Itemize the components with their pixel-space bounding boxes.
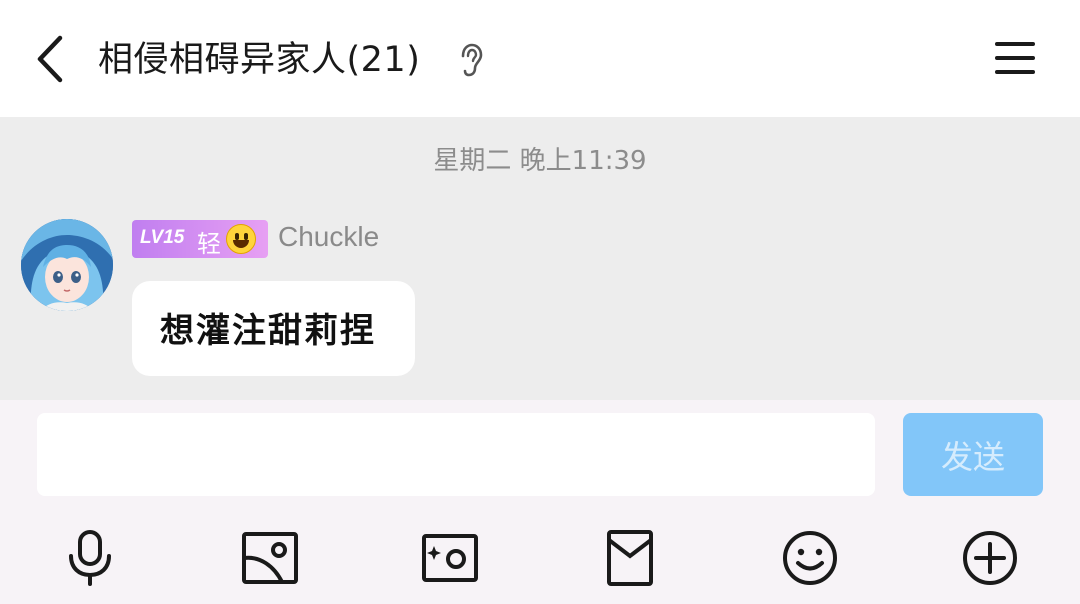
message-bubble[interactable]: 想灌注甜莉捏 xyxy=(132,281,415,376)
sender-name[interactable]: Chuckle xyxy=(278,221,379,253)
more-button[interactable] xyxy=(960,528,1020,588)
level-label: LV15 xyxy=(140,227,185,248)
camera-button[interactable] xyxy=(420,528,480,588)
camera-icon xyxy=(422,534,478,582)
emoji-button[interactable] xyxy=(780,528,840,588)
hamburger-menu-icon xyxy=(995,42,1035,74)
chevron-left-icon xyxy=(37,35,63,83)
send-button[interactable]: 发送 xyxy=(903,413,1043,496)
message-text: 想灌注甜莉捏 xyxy=(160,311,376,351)
avatar[interactable] xyxy=(21,219,113,311)
emoji-icon xyxy=(783,531,837,585)
composer-panel: 发送 xyxy=(0,400,1080,604)
red-packet-button[interactable] xyxy=(600,528,660,588)
image-icon xyxy=(242,532,298,584)
back-button[interactable] xyxy=(30,34,70,84)
microphone-icon xyxy=(69,530,111,586)
chat-title: 相侵相碍异家人(21) xyxy=(98,40,421,80)
message-timestamp: 星期二 晚上11:39 xyxy=(433,146,647,176)
message-list[interactable]: 星期二 晚上11:39 LV15 轻 Chuckle 想灌注甜莉捏 xyxy=(0,117,1080,400)
badge-text: 轻 xyxy=(197,230,221,258)
chat-header: 相侵相碍异家人(21) xyxy=(0,0,1080,117)
message-input[interactable] xyxy=(37,413,875,496)
voice-button[interactable] xyxy=(60,528,120,588)
menu-button[interactable] xyxy=(992,38,1038,78)
grinning-face-icon xyxy=(226,224,256,254)
image-button[interactable] xyxy=(240,528,300,588)
level-badge: LV15 轻 xyxy=(132,220,268,258)
red-packet-icon xyxy=(607,530,653,586)
ear-icon[interactable] xyxy=(458,42,486,78)
plus-circle-icon xyxy=(963,531,1017,585)
